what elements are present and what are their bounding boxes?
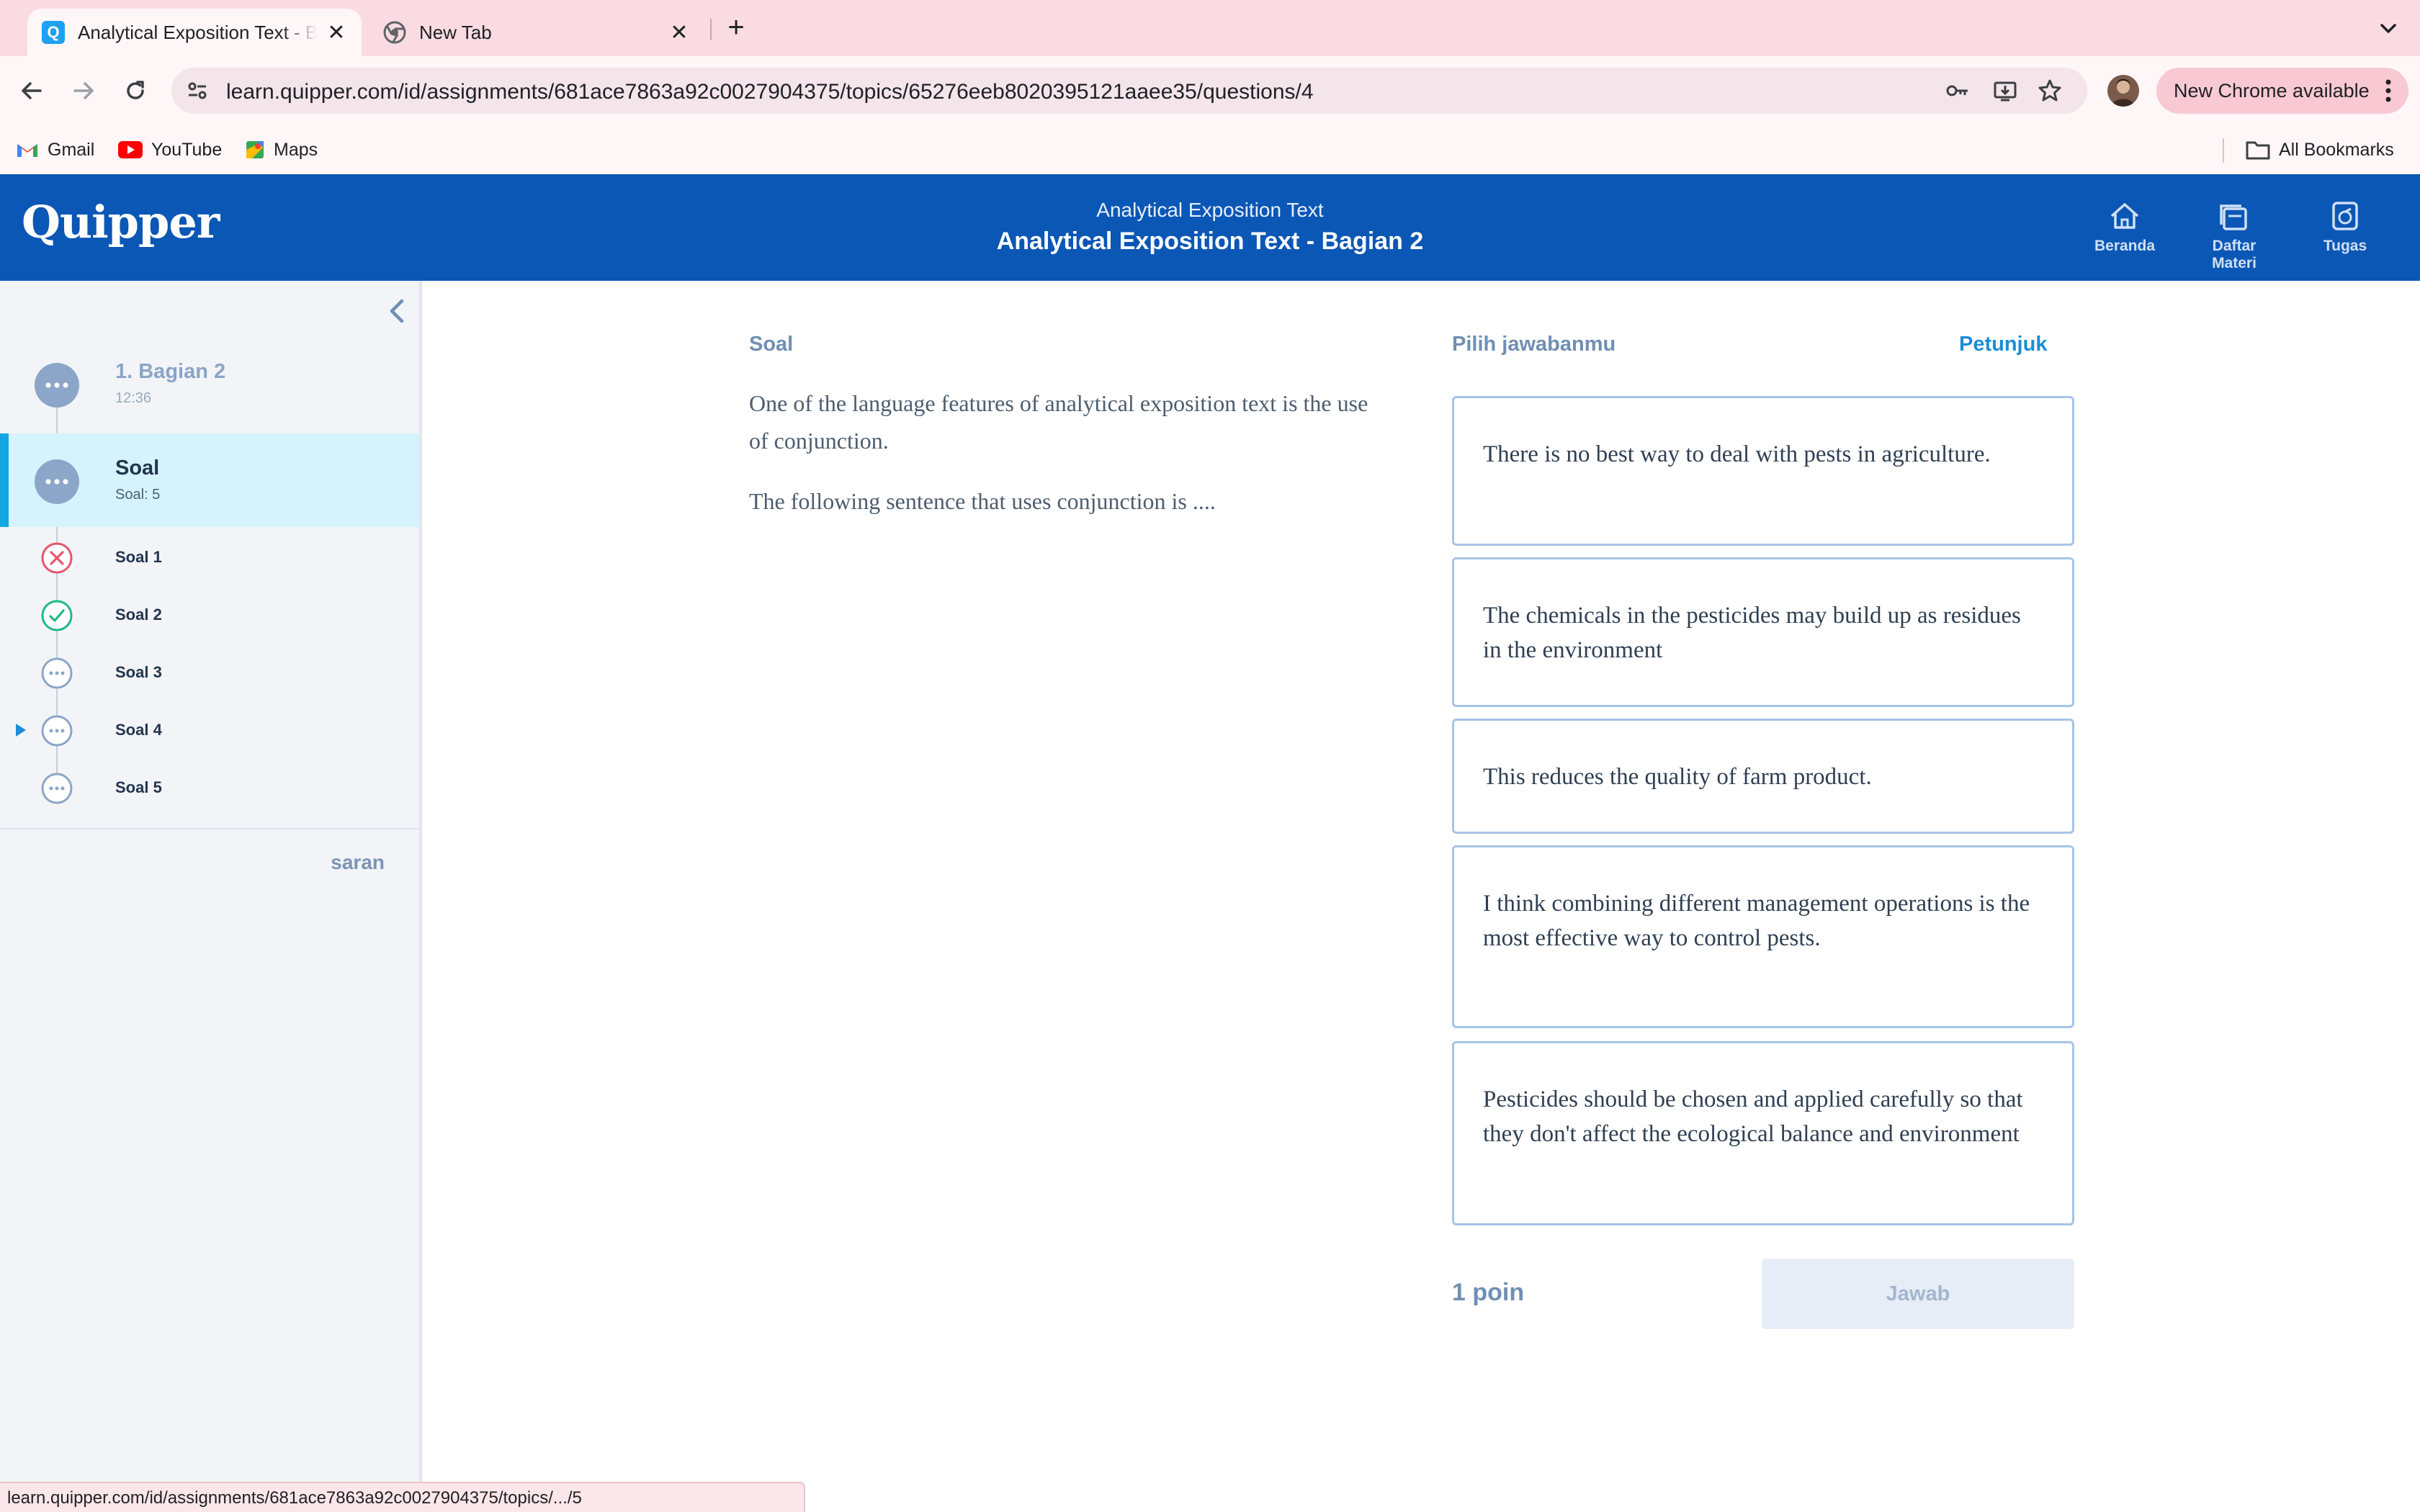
back-arrow-icon <box>22 82 42 99</box>
home-icon <box>2110 203 2139 229</box>
question-label: Soal 1 <box>115 548 162 566</box>
youtube-icon <box>118 141 143 158</box>
feedback-link[interactable]: saran <box>331 851 385 874</box>
wrong-x-icon <box>41 542 73 574</box>
sidebar-question-3[interactable]: Soal 3 <box>0 644 419 701</box>
nav-beranda[interactable]: Beranda <box>2081 200 2168 255</box>
avatar-icon <box>2112 78 2135 107</box>
question-label: Soal 2 <box>115 606 162 624</box>
browser-tab-new-tab[interactable]: New Tab ✕ <box>367 9 706 56</box>
section-bagian-2[interactable]: 1. Bagian 2 12:36 <box>0 337 419 431</box>
section-count: Soal: 5 <box>115 487 161 503</box>
sidebar-divider <box>0 828 419 829</box>
bookmarks-divider <box>2223 138 2224 163</box>
sidebar-question-1[interactable]: Soal 1 <box>0 528 419 586</box>
maps-icon <box>246 141 264 158</box>
answer-option-1[interactable]: There is no best way to deal with pests … <box>1452 396 2074 546</box>
all-bookmarks-label: All Bookmarks <box>2279 139 2394 160</box>
url-text[interactable]: learn.quipper.com/id/assignments/681ace7… <box>226 80 1314 104</box>
quipper-favicon-icon: Q <box>42 21 65 44</box>
site-settings-icon[interactable] <box>184 78 210 104</box>
back-button[interactable] <box>13 72 50 109</box>
question-label: Soal 5 <box>115 778 162 796</box>
tab-title: Analytical Exposition Text - Bagian 2 <box>78 21 317 43</box>
lesson-title: Analytical Exposition Text - Bagian 2 <box>996 228 1424 255</box>
browser-tab-bar: Q Analytical Exposition Text - Bagian 2 … <box>0 0 2420 56</box>
key-icon[interactable] <box>1945 78 1971 104</box>
nav-daftar-materi[interactable]: Daftar Materi <box>2191 200 2277 272</box>
folder-icon <box>2246 141 2270 160</box>
answer-option-5[interactable]: Pesticides should be chosen and applied … <box>1452 1041 2074 1225</box>
more-dots-icon <box>35 459 79 504</box>
bookmark-label: Maps <box>274 139 318 160</box>
question-text: One of the language features of analytic… <box>749 384 1368 543</box>
submit-answer-button[interactable]: Jawab <box>1762 1259 2074 1329</box>
tab-divider <box>710 19 712 40</box>
bookmark-maps[interactable]: Maps <box>245 137 318 163</box>
pending-dots-icon <box>41 773 73 804</box>
points-label: 1 poin <box>1452 1279 1525 1306</box>
close-tab-icon[interactable]: ✕ <box>326 20 347 45</box>
course-title: Analytical Exposition Text <box>1096 199 1324 221</box>
all-bookmarks-button[interactable]: All Bookmarks <box>2246 137 2394 163</box>
section-duration: 12:36 <box>115 390 152 406</box>
bookmark-youtube[interactable]: YouTube <box>118 137 222 163</box>
correct-check-icon <box>41 600 73 631</box>
sidebar-question-2[interactable]: Soal 2 <box>0 586 419 644</box>
nav-label: Tugas <box>2323 238 2367 254</box>
bookmark-star-icon[interactable] <box>2037 78 2063 104</box>
forward-button[interactable] <box>65 72 102 109</box>
forward-arrow-icon <box>73 82 94 99</box>
close-tab-icon[interactable]: ✕ <box>668 20 690 45</box>
section-title: Soal <box>115 456 160 480</box>
sidebar-question-4[interactable]: Soal 4 <box>0 701 419 759</box>
bookmark-label: YouTube <box>151 139 223 160</box>
more-dots-icon <box>35 363 79 408</box>
link-status-bar: learn.quipper.com/id/assignments/681ace7… <box>0 1482 805 1512</box>
sidebar: 1. Bagian 2 12:36 Soal Soal: 5 Soal 1 So… <box>0 281 422 1512</box>
reload-icon <box>127 81 144 99</box>
tab-title: New Tab <box>419 21 492 43</box>
bookmark-label: Gmail <box>48 139 95 160</box>
app-header: Quipper Analytical Exposition Text Analy… <box>0 174 2420 281</box>
browser-tab-active[interactable]: Q Analytical Exposition Text - Bagian 2 … <box>27 9 362 56</box>
tab-search-chevron-icon[interactable] <box>2372 13 2404 45</box>
browser-toolbar: learn.quipper.com/id/assignments/681ace7… <box>0 56 2420 125</box>
question-label: Soal 4 <box>115 721 162 739</box>
profile-avatar[interactable] <box>2107 75 2139 107</box>
bookmarks-bar: Gmail YouTube Maps All Bookmarks <box>0 125 2420 174</box>
collapse-sidebar-chevron-icon[interactable] <box>385 295 411 327</box>
question-paragraph: One of the language features of analytic… <box>749 390 1368 454</box>
gmail-icon <box>17 144 37 157</box>
chrome-icon <box>383 21 406 44</box>
question-label: Soal 3 <box>115 663 162 681</box>
nav-label: Beranda <box>2094 238 2156 254</box>
answer-option-2[interactable]: The chemicals in the pesticides may buil… <box>1452 557 2074 707</box>
answer-option-3[interactable]: This reduces the quality of farm product… <box>1452 719 2074 834</box>
new-tab-button[interactable]: + <box>720 13 752 45</box>
address-bar[interactable]: learn.quipper.com/id/assignments/681ace7… <box>171 68 2087 114</box>
pending-dots-icon <box>41 715 73 747</box>
hint-link[interactable]: Petunjuk <box>1959 333 2047 356</box>
section-title: 1. Bagian 2 <box>115 360 226 383</box>
install-app-icon[interactable] <box>1992 78 2018 104</box>
current-pointer-icon <box>16 724 26 737</box>
list-icon <box>2220 204 2247 230</box>
more-options-icon <box>2385 79 2391 102</box>
question-heading: Soal <box>749 333 794 356</box>
assignment-icon <box>2332 202 2358 230</box>
bookmark-gmail[interactable]: Gmail <box>16 137 94 163</box>
sidebar-question-5[interactable]: Soal 5 <box>0 759 419 816</box>
choose-answer-heading: Pilih jawabanmu <box>1452 333 1616 356</box>
pending-dots-icon <box>41 657 73 689</box>
section-soal[interactable]: Soal Soal: 5 <box>0 433 419 527</box>
nav-label: Daftar Materi <box>2212 238 2257 271</box>
chrome-update-label: New Chrome available <box>2174 79 2370 102</box>
answer-option-4[interactable]: I think combining different management o… <box>1452 845 2074 1028</box>
chrome-update-button[interactable]: New Chrome available <box>2156 68 2408 114</box>
question-prompt: The following sentence that uses conjunc… <box>749 488 1216 514</box>
reload-button[interactable] <box>117 72 154 109</box>
nav-tugas[interactable]: Tugas <box>2302 200 2388 255</box>
